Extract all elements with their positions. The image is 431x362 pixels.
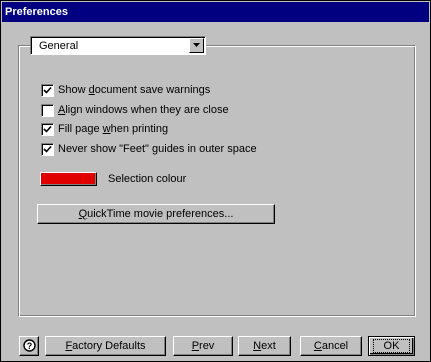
selection-colour-label: Selection colour [108,173,187,185]
help-button[interactable]: ? [19,336,39,356]
option-label: Align windows when they are close [58,104,229,116]
check-icon [43,125,52,133]
option-label: Fill page when printing [58,123,169,135]
window-title: Preferences [2,2,429,22]
next-button[interactable]: Next [238,336,291,356]
preferences-window: Preferences General Show document save w… [0,0,431,362]
checkbox-align-windows[interactable] [41,104,54,117]
category-dropdown[interactable]: General [30,36,206,55]
option-label: Never show "Feet" guides in outer space [58,143,257,155]
chevron-down-icon[interactable] [189,38,204,53]
factory-defaults-button[interactable]: Factory Defaults [45,336,166,356]
checkbox-never-show-feet-guides[interactable] [41,143,54,156]
checkbox-fill-page[interactable] [41,123,54,136]
check-icon [43,86,52,94]
selection-colour-swatch[interactable] [40,172,97,186]
ok-button[interactable]: OK [368,336,415,356]
quicktime-preferences-button[interactable]: QuickTime movie preferences... [37,204,275,224]
cancel-button[interactable]: Cancel [300,336,362,356]
help-icon: ? [23,339,36,352]
svg-text:?: ? [27,341,33,351]
option-label: Show document save warnings [58,84,211,96]
check-icon [43,145,52,153]
checkbox-show-save-warnings[interactable] [41,84,54,97]
category-value: General [39,40,79,52]
ok-label: OK [372,339,411,353]
prev-button[interactable]: Prev [173,336,233,356]
